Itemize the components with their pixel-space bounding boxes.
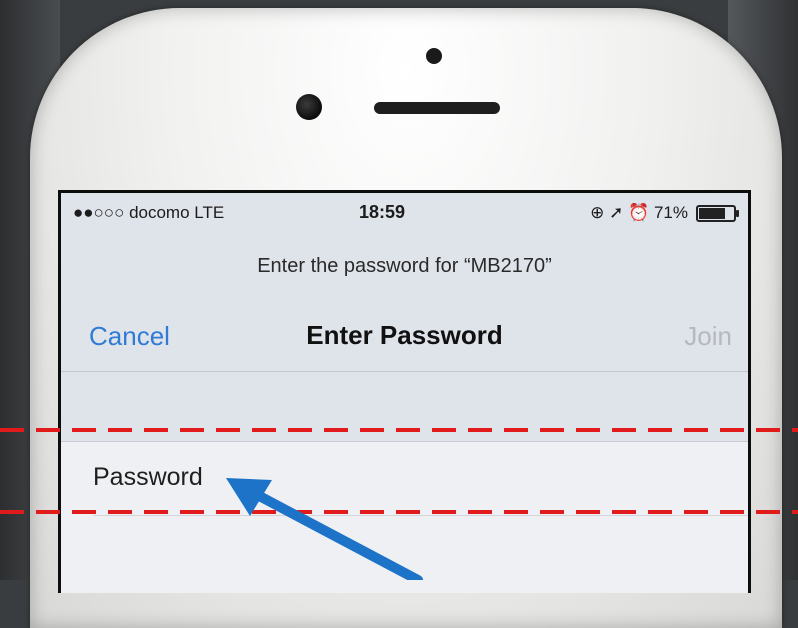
annotation-arrow-icon [226, 478, 423, 580]
